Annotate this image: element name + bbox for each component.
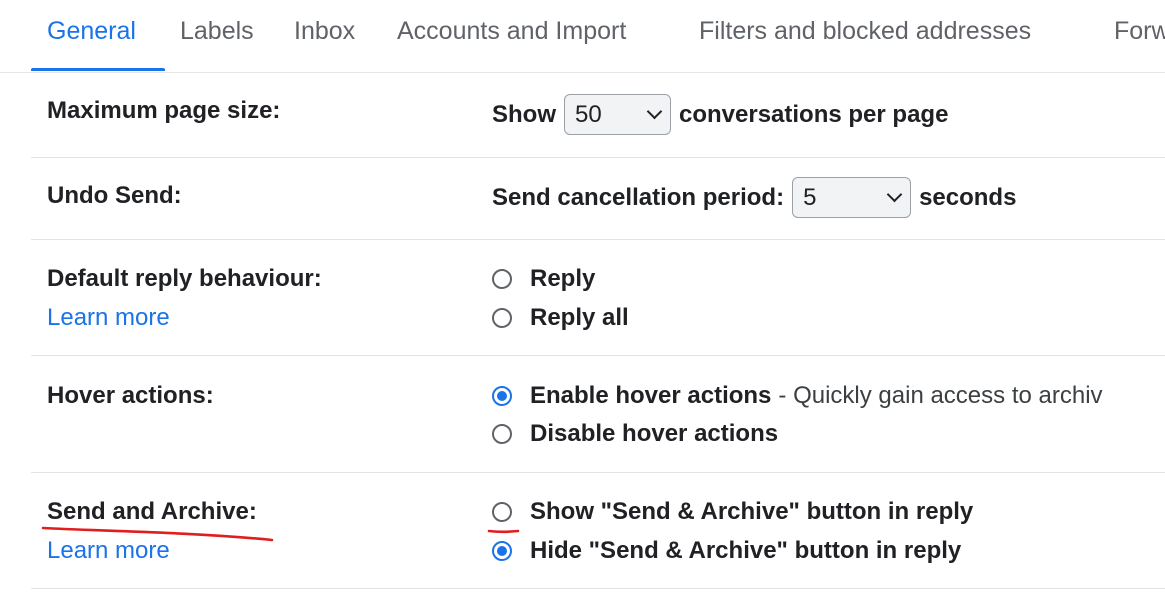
undo-send-suffix: seconds [919,183,1017,211]
reply-behaviour-learn-more-link[interactable]: Learn more [47,304,170,332]
tab-filters-and-blocked-addresses[interactable]: Filters and blocked addresses [699,17,1031,46]
page-size-select[interactable]: 50 [564,94,671,135]
show-send-archive-option[interactable]: Show "Send & Archive" button in reply [492,498,973,526]
cancellation-period-value: 5 [803,183,817,211]
hide-send-archive-label: Hide "Send & Archive" button in reply [530,537,962,564]
disable-hover-actions-option[interactable]: Disable hover actions [492,420,778,448]
enable-hover-actions-description: - Quickly gain access to archiv [778,382,1103,409]
hover-actions-label: Hover actions: [47,382,214,409]
page-size-value: 50 [575,100,602,128]
page-size-control: Show 50 conversations per page [492,94,948,135]
disable-hover-actions-radio[interactable] [492,424,512,444]
reply-option-label: Reply [530,265,596,292]
chevron-down-icon [886,186,903,203]
tab-inbox[interactable]: Inbox [294,17,355,46]
reply-radio[interactable] [492,269,512,289]
undo-send-label: Undo Send: [47,182,182,209]
active-tab-indicator [31,68,165,71]
tab-forwarding[interactable]: Forw [1114,17,1165,46]
reply-option[interactable]: Reply [492,265,595,293]
setting-row-reply-behaviour: Default reply behaviour: Learn more Repl… [31,240,1165,356]
reply-behaviour-label: Default reply behaviour: [47,265,322,292]
reply-all-option-label: Reply all [530,304,629,331]
page-size-prefix: Show [492,100,556,128]
hide-send-archive-radio[interactable] [492,541,512,561]
enable-hover-actions-label: Enable hover actions [530,382,772,409]
setting-row-send-and-archive: Send and Archive: Learn more Show "Send … [31,473,1165,589]
reply-all-radio[interactable] [492,308,512,328]
enable-hover-actions-radio[interactable] [492,386,512,406]
chevron-down-icon [646,103,663,120]
setting-row-undo-send: Undo Send: Send cancellation period: 5 s… [31,158,1165,240]
setting-row-page-size: Maximum page size: Show 50 conversations… [31,73,1165,158]
settings-tabs: General Labels Inbox Accounts and Import… [0,0,1165,73]
disable-hover-actions-label: Disable hover actions [530,420,779,447]
cancellation-period-select[interactable]: 5 [792,177,912,218]
reply-all-option[interactable]: Reply all [492,304,629,332]
setting-row-hover-actions: Hover actions: Enable hover actions - Qu… [31,356,1165,473]
send-and-archive-label: Send and Archive: [47,498,257,525]
send-and-archive-learn-more-link[interactable]: Learn more [47,537,170,565]
tab-general[interactable]: General [47,17,136,46]
enable-hover-actions-option[interactable]: Enable hover actions - Quickly gain acce… [492,382,1103,410]
undo-send-control: Send cancellation period: 5 seconds [492,177,1016,218]
page-size-label: Maximum page size: [47,97,281,124]
hide-send-archive-option[interactable]: Hide "Send & Archive" button in reply [492,537,961,565]
page-size-suffix: conversations per page [679,100,949,128]
show-send-archive-label: Show "Send & Archive" button in reply [530,498,974,525]
undo-send-prefix: Send cancellation period: [492,183,785,211]
tab-labels[interactable]: Labels [180,17,254,46]
show-send-archive-radio[interactable] [492,502,512,522]
tab-accounts-and-import[interactable]: Accounts and Import [397,17,626,46]
